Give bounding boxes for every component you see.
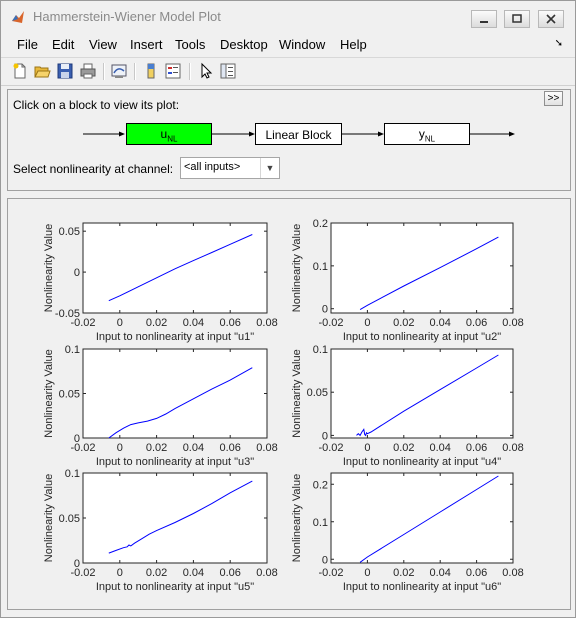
x-tick-label: 0.08 xyxy=(502,317,523,329)
plots-svg: -0.02 0 0.02 0.04 0.06 0.08-0.0500.05Input to… xyxy=(43,218,524,593)
x-tick-label: 0.04 xyxy=(183,567,204,579)
y-tick-label: 0.1 xyxy=(65,468,80,480)
y-tick-label: 0.2 xyxy=(313,218,328,230)
x-axis-label: Input to nonlinearity at input "u1" xyxy=(96,331,254,343)
y-tick-label: 0 xyxy=(74,433,80,445)
x-tick-label: 0.02 xyxy=(146,567,167,579)
subplot-4: -0.02 0 0.02 0.04 0.06 0.0800.050.1Input to n… xyxy=(291,344,524,468)
subplot-2: -0.02 0 0.02 0.04 0.06 0.0800.10.2Input to no… xyxy=(291,218,524,343)
x-axis-label: Input to nonlinearity at input "u2" xyxy=(343,331,501,343)
y-axis-label: Nonlinearity Value xyxy=(43,474,55,562)
y-axis-label: Nonlinearity Value xyxy=(43,349,55,437)
x-tick-label: 0.08 xyxy=(256,567,277,579)
y-tick-label: 0 xyxy=(322,430,328,442)
x-tick-label: 0.06 xyxy=(219,567,240,579)
y-tick-label: 0.1 xyxy=(313,517,328,529)
y-tick-label: 0.05 xyxy=(59,226,80,238)
y-axis-label: Nonlinearity Value xyxy=(43,224,55,312)
subplot-3: -0.02 0 0.02 0.04 0.06 0.0800.050.1Input to n… xyxy=(43,344,278,468)
x-tick-label: 0.08 xyxy=(502,567,523,579)
x-tick-label: 0.06 xyxy=(219,317,240,329)
y-tick-label: 0.1 xyxy=(65,344,80,356)
x-tick-label: 0.08 xyxy=(502,442,523,454)
x-axis-label: Input to nonlinearity at input "u5" xyxy=(96,581,254,593)
y-axis-label: Nonlinearity Value xyxy=(291,474,303,562)
x-tick-label: 0 xyxy=(364,442,370,454)
y-tick-label: 0.1 xyxy=(313,344,328,356)
x-tick-label: 0.04 xyxy=(429,567,450,579)
x-tick-label: 0.04 xyxy=(183,442,204,454)
y-axis-label: Nonlinearity Value xyxy=(291,224,303,312)
subplot-5: -0.02 0 0.02 0.04 0.06 0.0800.050.1Input to n… xyxy=(43,468,278,593)
axes-box xyxy=(82,348,268,439)
x-tick-label: -0.02 xyxy=(318,567,343,579)
x-tick-label: 0.08 xyxy=(256,317,277,329)
y-tick-label: 0 xyxy=(74,558,80,570)
y-tick-label: 0.1 xyxy=(313,261,328,273)
x-tick-label: 0.02 xyxy=(393,442,414,454)
x-tick-label: 0.06 xyxy=(466,317,487,329)
x-axis-label: Input to nonlinearity at input "u3" xyxy=(96,456,254,468)
x-tick-label: 0.06 xyxy=(219,442,240,454)
y-tick-label: 0 xyxy=(322,554,328,566)
x-tick-label: 0.02 xyxy=(146,442,167,454)
x-axis-label: Input to nonlinearity at input "u4" xyxy=(343,456,501,468)
y-axis-label: Nonlinearity Value xyxy=(291,349,303,437)
x-tick-label: 0 xyxy=(117,567,123,579)
x-tick-label: 0.02 xyxy=(393,567,414,579)
axes-box xyxy=(82,472,268,564)
x-axis-label: Input to nonlinearity at input "u6" xyxy=(343,581,501,593)
y-tick-label: -0.05 xyxy=(55,308,80,320)
x-tick-label: 0 xyxy=(364,317,370,329)
x-tick-label: -0.02 xyxy=(318,442,343,454)
x-tick-label: 0.02 xyxy=(393,317,414,329)
y-tick-label: 0 xyxy=(74,267,80,279)
x-tick-label: 0.08 xyxy=(256,442,277,454)
x-tick-label: 0.04 xyxy=(429,442,450,454)
x-tick-label: 0.04 xyxy=(183,317,204,329)
x-tick-label: 0.06 xyxy=(466,442,487,454)
y-tick-label: 0.05 xyxy=(59,389,80,401)
y-tick-label: 0.05 xyxy=(59,513,80,525)
x-tick-label: 0.06 xyxy=(466,567,487,579)
axes-box xyxy=(330,222,514,314)
x-tick-label: 0.04 xyxy=(429,317,450,329)
subplot-6: -0.02 0 0.02 0.04 0.06 0.0800.10.2Input to no… xyxy=(291,472,524,593)
x-tick-label: -0.02 xyxy=(318,317,343,329)
figure-window: Hammerstein-Wiener Model Plot File Edit … xyxy=(0,0,576,618)
y-tick-label: 0.05 xyxy=(307,387,328,399)
y-tick-label: 0.2 xyxy=(313,479,328,491)
axes-box xyxy=(330,472,514,564)
subplot-1: -0.02 0 0.02 0.04 0.06 0.08-0.0500.05Input to… xyxy=(43,222,278,343)
x-tick-label: 0 xyxy=(117,317,123,329)
x-tick-label: 0 xyxy=(364,567,370,579)
x-tick-label: 0.02 xyxy=(146,317,167,329)
x-tick-label: 0 xyxy=(117,442,123,454)
y-tick-label: 0 xyxy=(322,304,328,316)
